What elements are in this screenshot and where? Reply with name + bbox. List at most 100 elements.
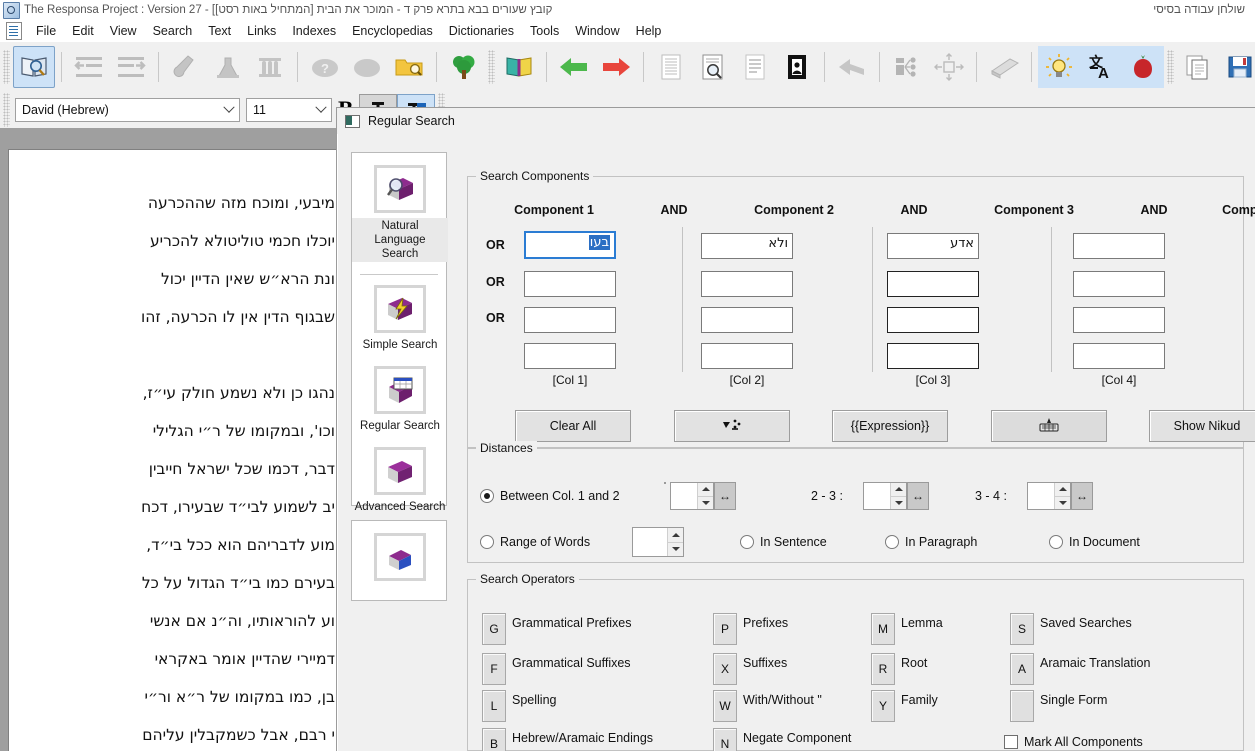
component-2-field-2[interactable] [701, 271, 793, 297]
document-page[interactable]: מיבעי, ומוכח מזה שההכרעה יוכלו חכמי טולי… [8, 149, 348, 751]
flask-stand-icon[interactable] [207, 46, 249, 88]
operator-label-with-without[interactable]: With/Without " [743, 693, 822, 707]
chevron-down-icon[interactable] [221, 100, 237, 120]
spinner-down-icon[interactable] [698, 496, 713, 509]
in-sentence-radio[interactable]: In Sentence [740, 535, 827, 549]
show-nikud-button[interactable]: Show Nikud [1149, 410, 1255, 442]
mark-all-components-checkbox[interactable]: Mark All Components [1004, 735, 1143, 749]
undo-arrow-icon[interactable] [831, 46, 873, 88]
sidebar-item-natural-language-search[interactable]: Natural Language Search [352, 159, 448, 270]
menu-edit[interactable]: Edit [64, 22, 102, 40]
operator-key-family[interactable]: Y [871, 690, 895, 722]
sidebar-item-extra[interactable] [352, 527, 448, 594]
outdent-icon[interactable] [68, 46, 110, 88]
open-book-icon[interactable] [498, 46, 540, 88]
toolbar-grip[interactable] [3, 50, 10, 84]
operator-label-grammatical-prefixes[interactable]: Grammatical Prefixes [512, 616, 631, 630]
distance-1-2-spinner[interactable] [670, 482, 714, 510]
component-1-field-4[interactable] [524, 343, 616, 369]
spinner-down-icon[interactable] [1055, 496, 1070, 509]
distance-3-4-spinner[interactable] [1027, 482, 1071, 510]
operator-label-lemma[interactable]: Lemma [901, 616, 943, 630]
clear-all-button[interactable]: Clear All [515, 410, 631, 442]
cloud-icon[interactable] [346, 46, 388, 88]
operator-key-grammatical-suffixes[interactable]: F [482, 653, 506, 685]
menu-links[interactable]: Links [239, 22, 284, 40]
operator-key-hebrew-aramaic-endings[interactable]: B [482, 728, 506, 751]
arrow-right-icon[interactable] [595, 46, 637, 88]
component-1-field-3[interactable] [524, 307, 616, 333]
operator-key-root[interactable]: R [871, 653, 895, 685]
operator-label-aramaic-translation[interactable]: Aramaic Translation [1040, 656, 1150, 670]
operator-label-hebrew-aramaic-endings[interactable]: Hebrew/Aramaic Endings [512, 731, 653, 745]
operator-key-saved-searches[interactable]: S [1010, 613, 1034, 645]
help-cloud-icon[interactable]: ? [304, 46, 346, 88]
range-of-words-spinner[interactable] [632, 527, 684, 557]
distance-1-2-bidirectional-button[interactable]: ↔ [714, 482, 736, 510]
font-size-combo[interactable]: 11 [246, 98, 332, 122]
pomegranate-icon[interactable] [1122, 46, 1164, 88]
operator-key-suffixes[interactable]: X [713, 653, 737, 685]
component-1-field-2[interactable] [524, 271, 616, 297]
operator-key-single-form[interactable] [1010, 690, 1034, 722]
operator-key-with-without[interactable]: W [713, 690, 737, 722]
save-floppy-icon[interactable] [1219, 46, 1255, 88]
menu-text[interactable]: Text [200, 22, 239, 40]
component-3-field-2[interactable] [887, 271, 979, 297]
expression-button[interactable]: {{Expression}} [832, 410, 948, 442]
format-toolbar-grip[interactable] [3, 93, 10, 127]
toolbar-grip[interactable] [1167, 50, 1174, 84]
font-name-combo[interactable]: David (Hebrew) [15, 98, 240, 122]
sidebar-item-advanced-search[interactable]: Advanced Search [352, 441, 448, 522]
component-4-field-1[interactable] [1073, 233, 1165, 259]
operator-key-lemma[interactable]: M [871, 613, 895, 645]
black-book-icon[interactable] [776, 46, 818, 88]
distance-1-2-value[interactable] [671, 483, 697, 509]
component-2-field-4[interactable] [701, 343, 793, 369]
distance-3-4-value[interactable] [1028, 483, 1054, 509]
chevron-down-icon[interactable] [313, 100, 329, 120]
hierarchy-icon[interactable] [886, 46, 928, 88]
component-4-field-4[interactable] [1073, 343, 1165, 369]
in-paragraph-radio[interactable]: In Paragraph [885, 535, 977, 549]
indent-icon[interactable] [110, 46, 152, 88]
lightbulb-icon[interactable] [1038, 46, 1080, 88]
document-text-icon[interactable] [734, 46, 776, 88]
spinner-up-icon[interactable] [698, 483, 713, 497]
menu-window[interactable]: Window [567, 22, 627, 40]
operator-label-suffixes[interactable]: Suffixes [743, 656, 787, 670]
sidebar-item-regular-search[interactable]: Regular Search [352, 360, 448, 441]
tree-icon[interactable] [443, 46, 485, 88]
keyboard-button[interactable] [991, 410, 1107, 442]
menu-dictionaries[interactable]: Dictionaries [441, 22, 522, 40]
component-2-field-3[interactable] [701, 307, 793, 333]
distance-2-3-value[interactable] [864, 483, 890, 509]
flask-tilt-icon[interactable] [165, 46, 207, 88]
spinner-down-icon[interactable] [668, 542, 683, 556]
range-of-words-radio[interactable]: Range of Words [480, 535, 590, 549]
operator-key-grammatical-prefixes[interactable]: G [482, 613, 506, 645]
distance-1-2-direction-button[interactable] [664, 482, 666, 484]
in-document-radio[interactable]: In Document [1049, 535, 1140, 549]
operator-label-grammatical-suffixes[interactable]: Grammatical Suffixes [512, 656, 631, 670]
operator-key-spelling[interactable]: L [482, 690, 506, 722]
operator-key-aramaic-translation[interactable]: A [1010, 653, 1034, 685]
test-tubes-icon[interactable] [249, 46, 291, 88]
translate-icon[interactable]: 文 A [1080, 46, 1122, 88]
component-1-field-1[interactable]: בעו [524, 231, 616, 259]
menu-tools[interactable]: Tools [522, 22, 567, 40]
operator-label-spelling[interactable]: Spelling [512, 693, 556, 707]
operator-label-saved-searches[interactable]: Saved Searches [1040, 616, 1132, 630]
spinner-up-icon[interactable] [668, 528, 683, 543]
copy-icon[interactable] [1177, 46, 1219, 88]
book-search-icon[interactable] [13, 46, 55, 88]
component-3-field-1[interactable]: אדע [887, 233, 979, 259]
operator-label-prefixes[interactable]: Prefixes [743, 616, 788, 630]
component-4-field-2[interactable] [1073, 271, 1165, 297]
distance-2-3-spinner[interactable] [863, 482, 907, 510]
spinner-up-icon[interactable] [1055, 483, 1070, 497]
operator-key-prefixes[interactable]: P [713, 613, 737, 645]
operator-label-family[interactable]: Family [901, 693, 938, 707]
document-zoom-icon[interactable] [692, 46, 734, 88]
sidebar-item-simple-search[interactable]: Simple Search [352, 279, 448, 360]
